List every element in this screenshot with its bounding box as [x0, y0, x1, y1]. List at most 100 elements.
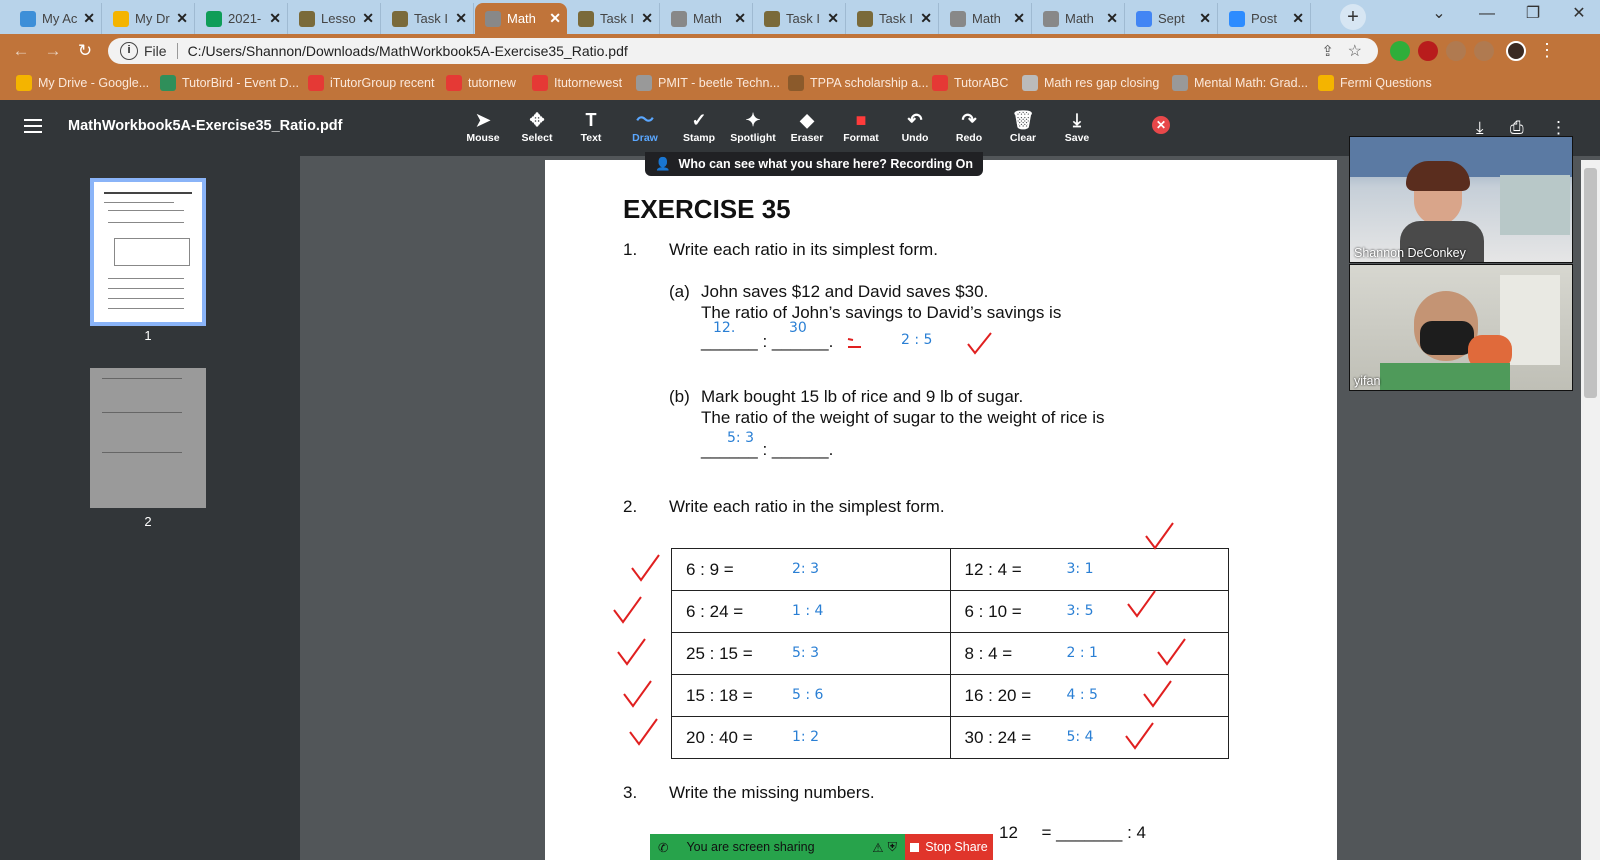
tool-mouse[interactable]: ➤ Mouse [455, 108, 511, 144]
tab-close-icon[interactable]: ✕ [734, 10, 746, 27]
handwritten-answer: 1 : 4 [792, 603, 824, 619]
forward-icon[interactable]: → [42, 40, 64, 62]
tab-item[interactable]: Task I ✕ [754, 3, 846, 34]
tab-item[interactable]: My Ac ✕ [10, 3, 102, 34]
share-notice[interactable]: 👤 Who can see what you share here? Recor… [645, 152, 983, 176]
bookmark-star-icon[interactable]: ☆ [1348, 41, 1362, 61]
url-text[interactable]: C:/Users/Shannon/Downloads/MathWorkbook5… [188, 43, 628, 59]
page-thumbnail-2[interactable] [90, 368, 206, 508]
tab-close-icon[interactable]: ✕ [920, 10, 932, 27]
tool-select[interactable]: ✥ Select [509, 108, 565, 144]
tab-close-icon[interactable]: ✕ [83, 10, 95, 27]
tab-close-icon[interactable]: ✕ [455, 10, 467, 27]
tool-format[interactable]: ■ Format [833, 108, 889, 144]
video-tile-teacher[interactable]: Shannon DeConkey [1349, 136, 1573, 263]
question-1-text: Write each ratio in its simplest form. [669, 240, 938, 259]
minimize-button[interactable]: — [1464, 0, 1510, 30]
share-icon[interactable]: ⇪ [1321, 42, 1334, 60]
address-bar[interactable]: i File C:/Users/Shannon/Downloads/MathWo… [108, 38, 1378, 64]
stop-share-label: Stop Share [925, 840, 988, 854]
browser-menu-icon[interactable]: ⋮ [1538, 40, 1556, 61]
restore-button[interactable]: ❐ [1510, 0, 1556, 30]
tab-close-icon[interactable]: ✕ [827, 10, 839, 27]
bookmark-item[interactable]: tutornew [446, 75, 516, 91]
bookmark-item[interactable]: PMIT - beetle Techn... [636, 75, 780, 91]
bookmark-item[interactable]: TutorABC [932, 75, 1008, 91]
profile-avatar[interactable] [1506, 41, 1526, 61]
tab-item[interactable]: Task I ✕ [382, 3, 474, 34]
tab-close-icon[interactable]: ✕ [1013, 10, 1025, 27]
bookmark-item[interactable]: My Drive - Google... [16, 75, 149, 91]
bookmark-label: Fermi Questions [1340, 76, 1432, 90]
bookmark-item[interactable]: TutorBird - Event D... [160, 75, 299, 91]
site-info-icon[interactable]: i [120, 42, 138, 60]
bookmark-item[interactable]: TPPA scholarship a... [788, 75, 929, 91]
tab-close-icon[interactable]: ✕ [362, 10, 374, 27]
tool-save[interactable]: ⤓ Save [1049, 108, 1105, 144]
undo-icon: ↶ [907, 110, 923, 130]
bookmark-item[interactable]: Math res gap closing [1022, 75, 1159, 91]
ublock-icon[interactable] [1418, 41, 1438, 61]
bookmark-item[interactable]: Itutornewest [532, 75, 622, 91]
red-checkmark [967, 332, 992, 355]
bookmark-item[interactable]: iTutorGroup recent [308, 75, 434, 91]
tab-close-icon[interactable]: ✕ [1106, 10, 1118, 27]
tab-item[interactable]: Sept ✕ [1126, 3, 1218, 34]
tool-text[interactable]: T Text [563, 108, 619, 144]
tool-stamp[interactable]: ✓ Stamp [671, 108, 727, 144]
tab-item[interactable]: Math ✕ [661, 3, 753, 34]
tab-item[interactable]: Post ✕ [1219, 3, 1311, 34]
video-tile-student[interactable]: yifan [1349, 264, 1573, 391]
tab-close-icon[interactable]: ✕ [269, 10, 281, 27]
tab-item[interactable]: Math ✕ [940, 3, 1032, 34]
ratio-question: 8 : 4 = [964, 643, 1013, 663]
sidebar-menu-icon[interactable] [24, 119, 42, 133]
close-window-button[interactable]: ✕ [1556, 0, 1600, 30]
bookmark-item[interactable]: Mental Math: Grad... [1172, 75, 1308, 91]
tab-item[interactable]: Math ✕ [1033, 3, 1125, 34]
bookmark-label: Mental Math: Grad... [1194, 76, 1308, 90]
tab-item[interactable]: 2021- ✕ [196, 3, 288, 34]
move-icon: ✥ [529, 110, 545, 130]
stop-icon [910, 842, 920, 852]
question-2-text: Write each ratio in the simplest form. [669, 497, 945, 516]
extension-icon[interactable] [1446, 41, 1466, 61]
tab-item[interactable]: Task I ✕ [568, 3, 660, 34]
tab-close-icon[interactable]: ✕ [549, 10, 561, 27]
redo-icon: ↷ [961, 110, 977, 130]
tab-item[interactable]: Task I ✕ [847, 3, 939, 34]
tab-search-button[interactable]: ⌄ [1416, 0, 1462, 30]
scrollbar-thumb[interactable] [1584, 168, 1597, 398]
reload-icon[interactable]: ↻ [74, 40, 96, 62]
tab-item[interactable]: My Dr ✕ [103, 3, 195, 34]
tool-label: Text [580, 132, 602, 144]
tool-spotlight[interactable]: ✦ Spotlight [725, 108, 781, 144]
stop-share-button[interactable]: Stop Share [905, 834, 993, 860]
tool-label: Eraser [790, 132, 824, 144]
tool-clear[interactable]: 🗑 Clear [995, 108, 1051, 144]
tool-undo[interactable]: ↶ Undo [887, 108, 943, 144]
page-thumbnail-1[interactable] [90, 178, 206, 326]
bookmark-item[interactable]: Fermi Questions [1318, 75, 1432, 91]
tool-redo[interactable]: ↷ Redo [941, 108, 997, 144]
extension-icon[interactable] [1390, 41, 1410, 61]
extensions-puzzle-icon[interactable] [1474, 41, 1494, 61]
tab-item[interactable]: Lesso ✕ [289, 3, 381, 34]
tab-close-icon[interactable]: ✕ [1199, 10, 1211, 27]
tab-close-icon[interactable]: ✕ [1292, 10, 1304, 27]
download-icon[interactable]: ⤓ [1476, 118, 1484, 138]
close-annotation-icon[interactable]: ✕ [1152, 116, 1170, 134]
tool-label: Stamp [682, 132, 716, 144]
draw-icon: 〜 [636, 110, 654, 130]
bookmark-label: TutorBird - Event D... [182, 76, 299, 90]
new-tab-button[interactable]: + [1340, 4, 1366, 30]
tool-eraser[interactable]: ◆ Eraser [779, 108, 835, 144]
back-icon[interactable]: ← [10, 40, 32, 62]
tab-favicon-icon [857, 10, 873, 27]
tab-close-icon[interactable]: ✕ [641, 10, 653, 27]
tool-draw[interactable]: 〜 Draw [617, 108, 673, 144]
more-options-icon[interactable]: ⋮ [1550, 118, 1567, 138]
print-icon[interactable]: ⎙ [1510, 118, 1524, 138]
tab-item[interactable]: Math ✕ [475, 3, 567, 34]
tab-close-icon[interactable]: ✕ [176, 10, 188, 27]
